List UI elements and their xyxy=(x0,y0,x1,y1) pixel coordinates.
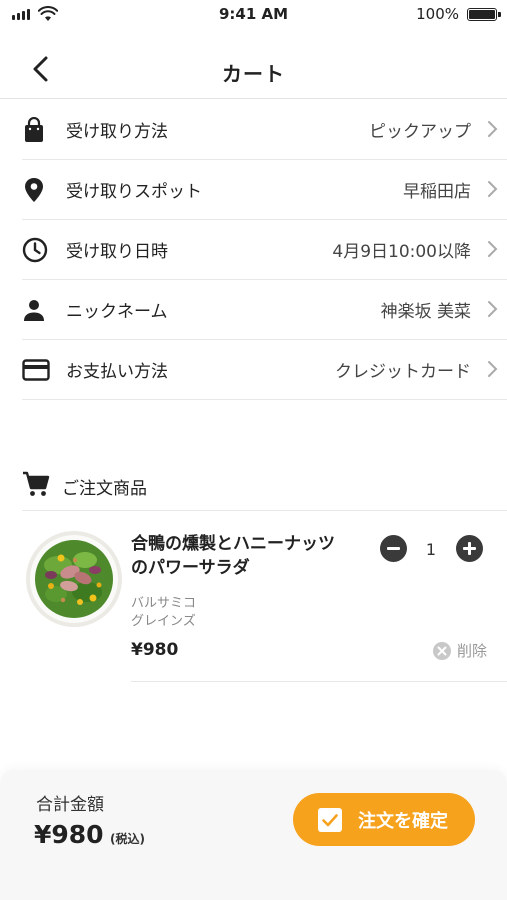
battery-icon xyxy=(467,8,501,21)
chevron-right-icon xyxy=(488,121,498,137)
confirm-order-label: 注文を確定 xyxy=(358,810,448,832)
confirm-order-button[interactable]: 注文を確定 xyxy=(293,793,475,846)
status-bar: 9:41 AM 100% xyxy=(0,0,507,30)
plus-icon xyxy=(456,535,483,562)
settings-row-payment-method[interactable]: お支払い方法 クレジットカード xyxy=(22,340,507,400)
chevron-right-icon xyxy=(488,361,498,377)
settings-value: ピックアップ xyxy=(369,122,471,142)
checkbox-checked-icon xyxy=(318,807,342,832)
chevron-right-icon xyxy=(488,301,498,317)
battery-percentage: 100% xyxy=(416,5,459,23)
settings-row-pickup-datetime[interactable]: 受け取り日時 4月9日10:00以降 xyxy=(22,220,507,280)
settings-label: ニックネーム xyxy=(66,302,168,322)
settings-row-nickname[interactable]: ニックネーム 神楽坂 美菜 xyxy=(22,280,507,340)
product-name-line-2: のパワーサラダ xyxy=(131,558,250,578)
settings-row-pickup-method[interactable]: 受け取り方法 ピックアップ xyxy=(22,100,507,160)
shopping-bag-icon xyxy=(22,116,54,144)
product-price: ¥980 xyxy=(131,640,179,660)
product-image xyxy=(25,530,123,628)
close-circle-icon xyxy=(432,641,451,660)
settings-label: 受け取り日時 xyxy=(66,242,168,262)
settings-label: お支払い方法 xyxy=(66,362,168,382)
total-label: 合計金額 xyxy=(36,795,104,815)
nav-bar: カート xyxy=(0,40,507,99)
page-title: カート xyxy=(222,62,285,86)
order-items-label: ご注文商品 xyxy=(62,478,147,499)
item-divider xyxy=(131,681,507,682)
product-name-line-1: 合鴨の燻製とハニーナッツ xyxy=(131,534,335,554)
delete-item-button[interactable]: 削除 xyxy=(432,640,487,661)
total-amount: ¥980 xyxy=(34,820,104,849)
quantity-value: 1 xyxy=(425,540,437,559)
delete-label: 削除 xyxy=(456,642,487,660)
decrease-quantity-button[interactable] xyxy=(380,535,407,562)
cart-item: 合鴨の燻製とハニーナッツ のパワーサラダ バルサミコ グレインズ ¥980 1 … xyxy=(0,510,507,682)
tax-included-note: (税込) xyxy=(110,832,145,846)
checkout-footer: 合計金額 ¥980 (税込) 注文を確定 xyxy=(0,770,507,900)
settings-value: 早稲田店 xyxy=(403,182,471,202)
increase-quantity-button[interactable] xyxy=(456,535,483,562)
product-option: グレインズ xyxy=(131,614,196,629)
settings-label: 受け取りスポット xyxy=(66,182,202,202)
settings-row-pickup-spot[interactable]: 受け取りスポット 早稲田店 xyxy=(22,160,507,220)
order-settings-list: 受け取り方法 ピックアップ 受け取りスポット 早稲田店 受け取り日時 4月9日1… xyxy=(22,100,507,400)
chevron-right-icon xyxy=(488,181,498,197)
settings-label: 受け取り方法 xyxy=(66,122,168,142)
settings-value: クレジットカード xyxy=(335,362,471,382)
person-icon xyxy=(22,296,54,324)
minus-icon xyxy=(380,535,407,562)
product-option: バルサミコ xyxy=(131,596,197,611)
settings-value: 4月9日10:00以降 xyxy=(332,242,471,262)
chevron-right-icon xyxy=(488,241,498,257)
credit-card-icon xyxy=(22,356,54,384)
settings-value: 神楽坂 美菜 xyxy=(380,302,471,322)
order-items-header: ご注文商品 xyxy=(22,462,507,511)
cart-icon xyxy=(22,471,50,501)
clock-icon xyxy=(22,236,54,264)
product-name: 合鴨の燻製とハニーナッツ のパワーサラダ xyxy=(131,532,371,580)
location-pin-icon xyxy=(22,176,54,204)
